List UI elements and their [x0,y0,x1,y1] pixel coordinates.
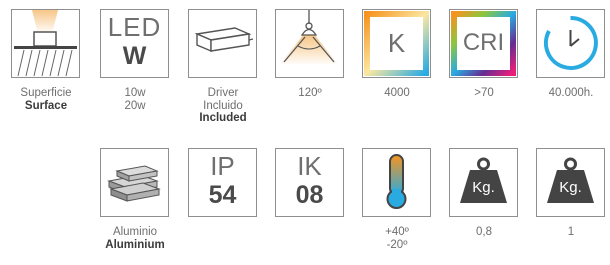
clock-icon [543,15,598,70]
surface-mount-icon [14,10,77,77]
lifetime-tile [536,9,605,78]
driver-caption-en: Included [199,112,247,124]
temperature-caption-min: -20º [386,238,408,251]
aluminium-caption-en: Aluminium [105,238,165,251]
led-watt-tile: LED W [100,9,169,78]
led-caption-10w: 10w [124,87,146,99]
surface-caption-es: Superficie [20,87,72,99]
watt-label: W [122,42,147,70]
cri-tile: CRI [449,9,518,78]
ik-label: IK [297,151,322,181]
driver-box-icon [194,27,254,53]
beam-angle-lamp-icon [280,10,338,64]
weight-2-label: Kg. [559,179,582,196]
aluminium-caption: Aluminio Aluminium [95,226,175,251]
cri-label: CRI [462,29,505,56]
ip-label: IP [210,151,235,181]
kelvin-caption: 4000 [384,87,410,99]
kelvin-label: K [387,28,406,58]
surface-caption: Superficie Surface [6,87,86,112]
temperature-caption-max: +40º [385,226,409,238]
driver-caption: Driver Incluido Included [183,87,263,125]
weight-1-label: Kg. [472,179,495,196]
kelvin-tile: K [362,9,431,78]
weight-tile-2: Kg. [536,148,605,217]
ik-value: 08 [295,181,324,209]
cri-caption: >70 [474,87,494,99]
surface-caption-en: Surface [24,99,68,112]
beam-caption: 120º [298,87,322,99]
temperature-caption: +40º -20º [357,226,437,251]
led-caption: 10w 20w [95,87,175,112]
driver-caption-driver: Driver [207,87,239,99]
ip-value: 54 [208,181,237,209]
surface-tile [11,9,80,78]
weight-2-caption: 1 [567,226,575,238]
weight-tile-1: Kg. [449,148,518,217]
temperature-tile [362,148,431,217]
led-caption-20w: 20w [124,99,146,112]
aluminium-tile [100,148,169,217]
weight-1-caption: 0,8 [476,226,492,238]
beam-angle-tile [275,9,344,78]
thermometer-icon [386,154,407,209]
aluminium-caption-es: Aluminio [112,226,158,238]
lifetime-caption: 40.000h. [548,87,594,99]
ik-rating-tile: IK 08 [275,148,344,217]
led-label: LED [107,12,162,42]
driver-caption-es: Incluido [203,99,243,112]
aluminium-ingots-icon [107,165,161,202]
ip-rating-tile: IP 54 [188,148,257,217]
driver-tile [188,9,257,78]
